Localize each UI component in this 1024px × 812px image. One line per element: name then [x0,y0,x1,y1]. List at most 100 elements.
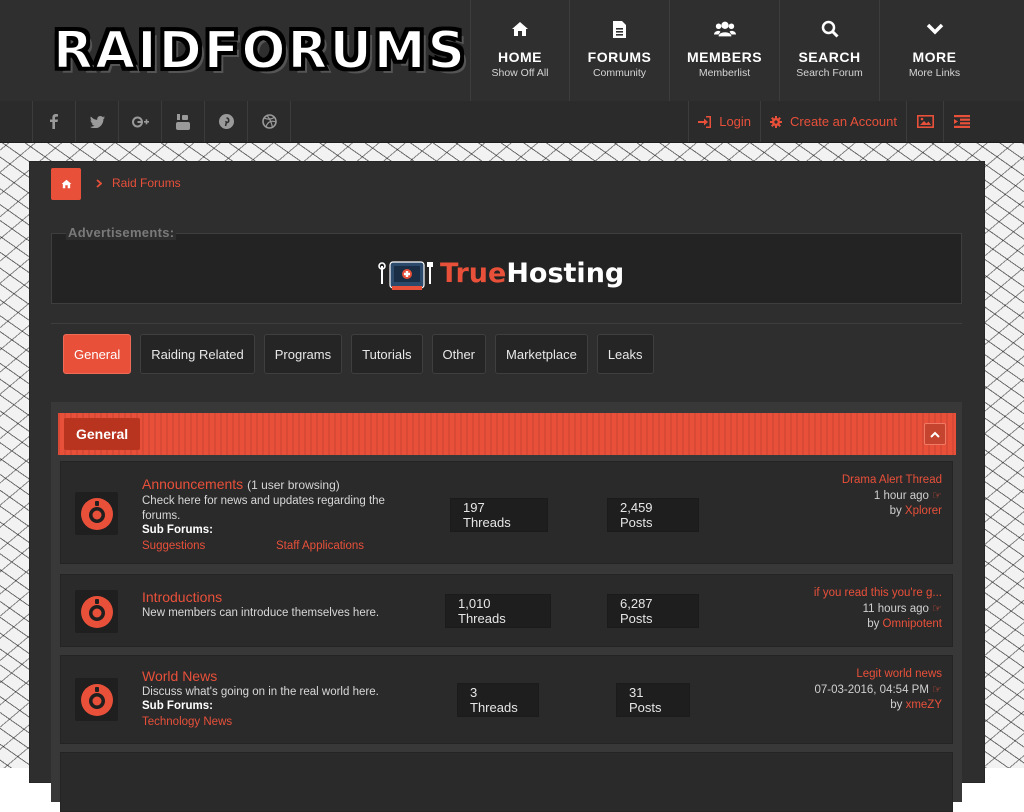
nav-search[interactable]: SEARCH Search Forum [779,0,879,101]
goto-last-post-icon[interactable]: ☞ [932,684,942,696]
forum-description: Check here for news and updates regardin… [142,495,385,507]
nav-more-sub: More Links [908,67,961,79]
nav-members-sub: Memberlist [698,67,751,79]
create-account-link[interactable]: Create an Account [760,101,906,142]
last-post-thread[interactable]: Drama Alert Thread [842,473,942,489]
nav-more[interactable]: MORE More Links [879,0,989,101]
last-post-time: 11 hours ago ☞ [862,602,942,615]
forum-row-announcements: Announcements (1 user browsing) Check he… [60,461,953,564]
google-plus-icon[interactable] [119,101,162,142]
subforum-link-suggestions[interactable]: Suggestions [142,540,205,552]
hosting-logo-icon [378,261,433,290]
last-post-author: by xmeZY [890,699,942,711]
facebook-icon[interactable] [32,101,76,142]
site-logo[interactable]: RAIDFORUMS [52,16,466,86]
forum-title-introductions[interactable]: Introductions [142,589,222,605]
last-post-thread[interactable]: Legit world news [814,667,942,683]
last-post-user-link[interactable]: Xplorer [905,505,942,517]
truehosting-banner[interactable]: TrueHosting [378,256,624,290]
sub-forums-label: Sub Forums: [142,524,213,536]
chevron-up-icon [930,431,940,438]
auth-links: Login Create an Account [688,101,980,142]
chevron-right-icon [96,178,102,188]
nav-home-label: HOME [498,49,542,65]
tab-tutorials[interactable]: Tutorials [351,334,423,374]
sub-forums-label: Sub Forums: [142,700,213,712]
users-browsing: (1 user browsing) [247,478,340,492]
ad-brand-text: TrueHosting [440,257,625,289]
breadcrumb-raid-forums[interactable]: Raid Forums [112,176,181,190]
home-icon [509,18,531,40]
tab-raiding-related[interactable]: Raiding Related [140,334,255,374]
dribbble-icon[interactable] [248,101,291,142]
nav-home[interactable]: HOME Show Off All [470,0,569,101]
forum-description: New members can introduce themselves her… [142,607,380,619]
post-count: 2,459 Posts [607,498,699,532]
nav-forums-label: FORUMS [587,49,652,65]
document-icon [609,18,631,40]
nav-more-label: MORE [912,49,957,65]
image-button[interactable] [906,101,943,142]
last-post-author: by Omnipotent [867,618,942,630]
forum-status-icon [75,678,118,721]
forum-category: General Announcements (1 user browsing) … [51,402,962,812]
subforum-link-technology-news[interactable]: Technology News [142,716,232,728]
last-post-user-link[interactable]: xmeZY [906,699,942,711]
search-icon [819,18,841,40]
forum-title-announcements[interactable]: Announcements (1 user browsing) [142,476,340,492]
collapse-button[interactable] [924,423,946,445]
forum-title-world-news[interactable]: World News [142,668,217,684]
login-label: Login [719,114,752,129]
thread-count: 197 Threads [450,498,548,532]
thread-count: 3 Threads [457,683,539,717]
main-nav: HOME Show Off All FORUMS Community MEMBE… [470,0,989,101]
last-post-user-link[interactable]: Omnipotent [883,618,942,630]
last-post-time: 1 hour ago ☞ [873,489,942,502]
sidebar-toggle-button[interactable] [943,101,980,142]
post-count: 6,287 Posts [607,594,699,628]
nav-search-label: SEARCH [798,49,861,65]
breadcrumb-home-button[interactable] [51,168,81,200]
last-post-time: 07-03-2016, 04:54 PM ☞ [814,683,942,696]
youtube-icon[interactable] [162,101,205,142]
forum-row-partial [60,752,953,812]
goto-last-post-icon[interactable]: ☞ [932,490,942,502]
social-auth-bar: Login Create an Account [0,101,1024,143]
last-post-author: by Xplorer [889,505,942,517]
login-link[interactable]: Login [688,101,760,142]
category-title: General [64,418,141,450]
last-post-thread[interactable]: if you read this you're g... [814,586,942,602]
pinterest-icon[interactable] [205,101,248,142]
tab-general[interactable]: General [63,334,132,374]
breadcrumb: Raid Forums [96,176,181,190]
tab-programs[interactable]: Programs [263,334,343,374]
twitter-icon[interactable] [76,101,119,142]
tab-leaks[interactable]: Leaks [596,334,654,374]
tab-other[interactable]: Other [431,334,487,374]
forum-description: Discuss what's going on in the real worl… [142,686,379,698]
forum-description-line2: forums. [142,510,181,522]
last-post-info: if you read this you're g... 11 hours ag… [814,586,942,633]
last-post-info: Legit world news 07-03-2016, 04:54 PM ☞ … [814,667,942,714]
section-divider [51,323,962,324]
users-icon [713,18,736,40]
menu-icon [954,115,970,128]
nav-forums-sub: Community [592,67,647,79]
chevron-down-icon [924,18,946,40]
top-header: RAIDFORUMS HOME Show Off All FORUMS Comm… [0,0,1024,102]
nav-home-sub: Show Off All [491,67,549,79]
nav-search-sub: Search Forum [796,67,863,79]
nav-forums[interactable]: FORUMS Community [569,0,669,101]
tab-marketplace[interactable]: Marketplace [495,334,588,374]
create-account-label: Create an Account [790,114,897,129]
goto-last-post-icon[interactable]: ☞ [932,603,942,615]
forum-row-introductions: Introductions New members can introduce … [60,574,953,647]
nav-members-label: MEMBERS [686,49,763,65]
home-icon [61,179,71,189]
nav-members[interactable]: MEMBERS Memberlist [669,0,779,101]
thread-count: 1,010 Threads [445,594,551,628]
login-icon [698,115,712,128]
subforum-link-staff-applications[interactable]: Staff Applications [276,540,364,552]
gear-icon [770,115,783,128]
advertisement-box: Advertisements: TrueHosting [51,225,962,304]
